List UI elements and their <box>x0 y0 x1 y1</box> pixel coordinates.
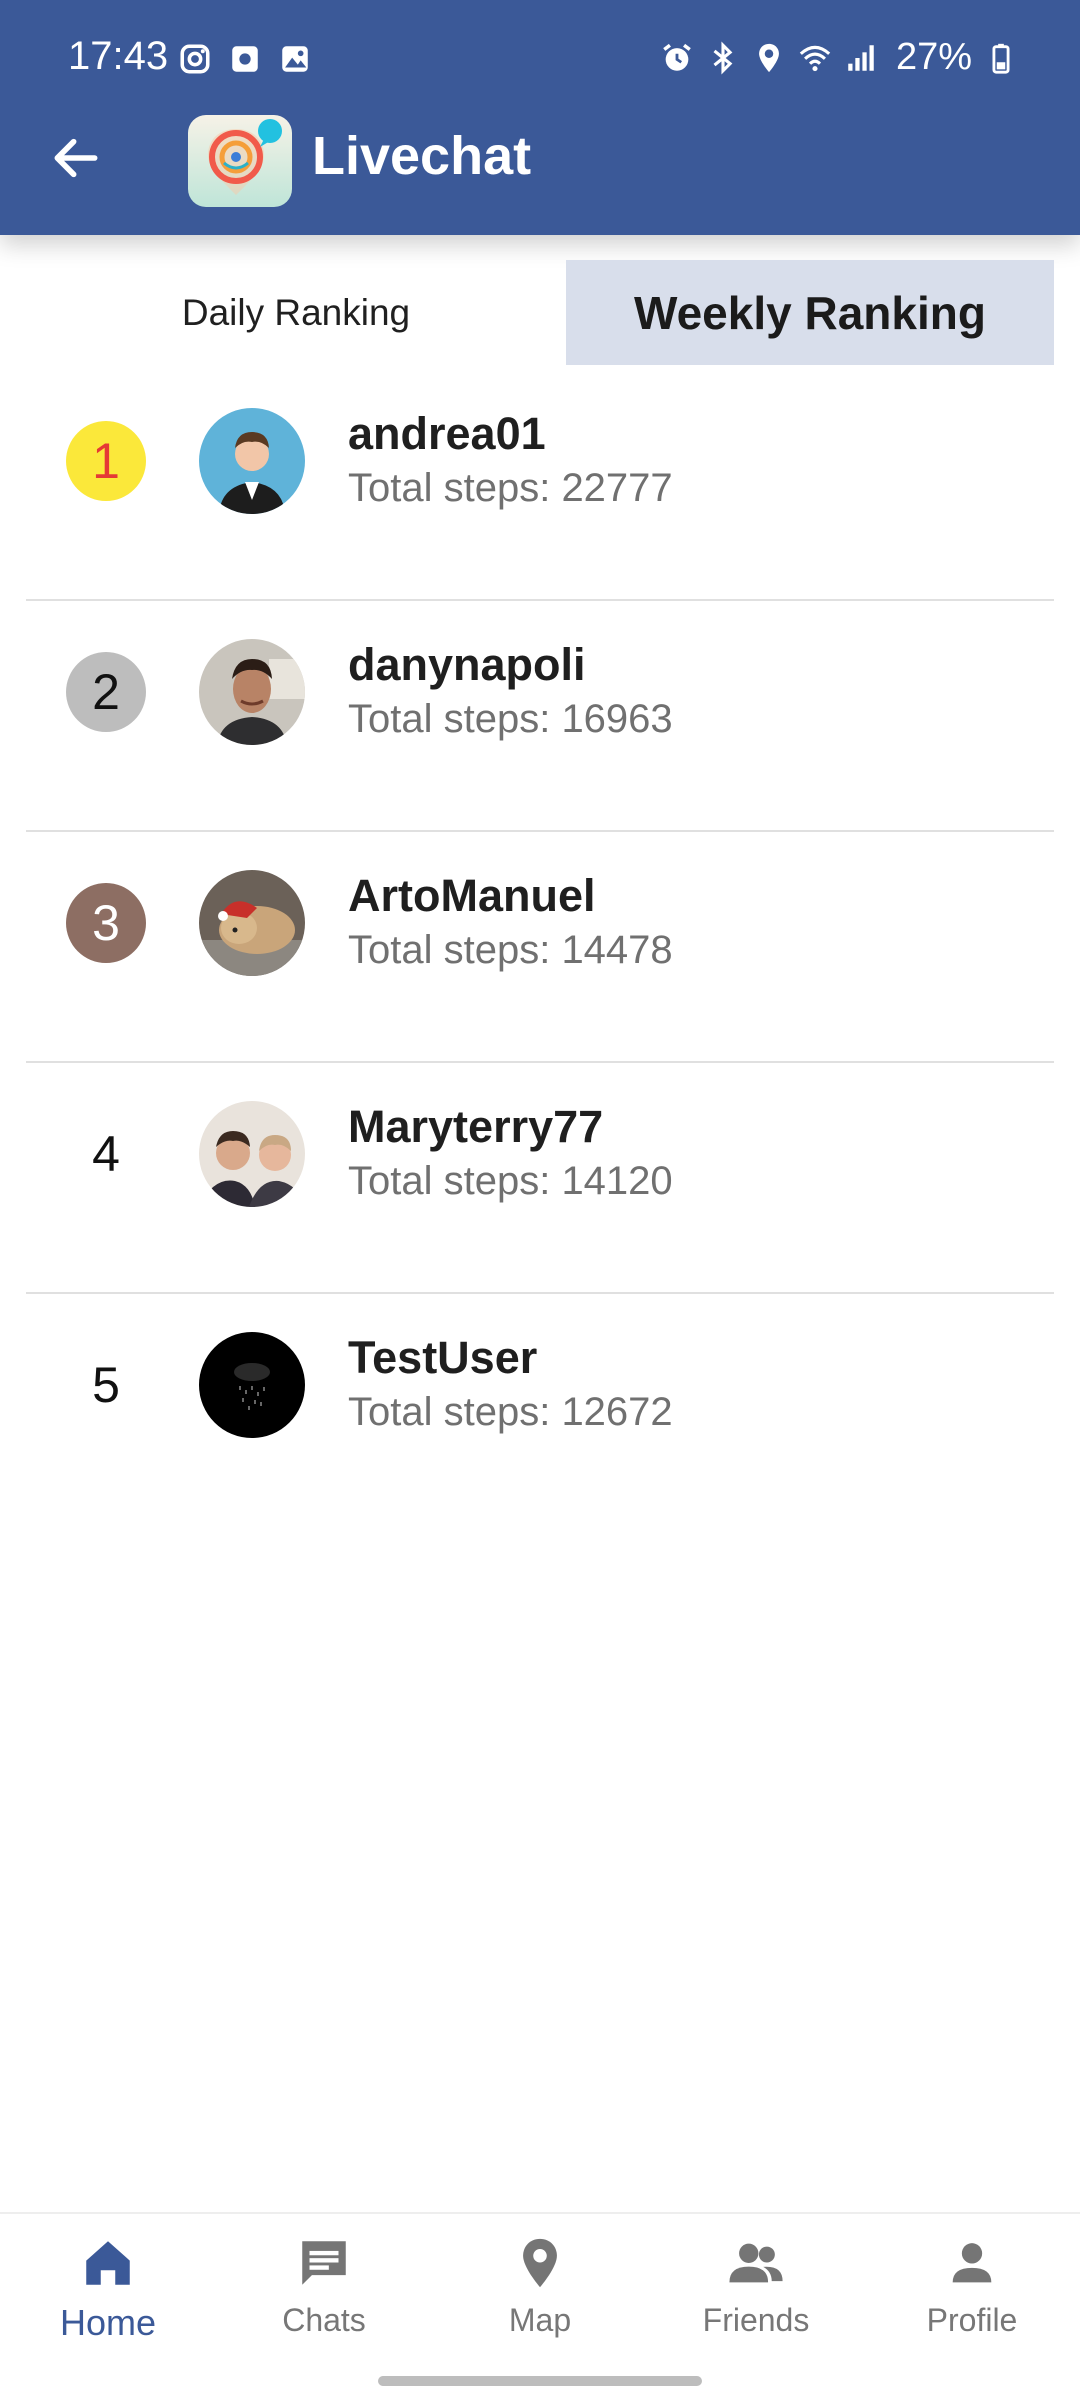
nav-chats[interactable]: Chats <box>216 2234 432 2364</box>
user-name: danynapoli <box>348 639 586 690</box>
battery-icon <box>992 43 1010 74</box>
tab-daily-ranking[interactable]: Daily Ranking <box>26 260 566 365</box>
nav-friends-label: Friends <box>702 2302 810 2338</box>
alarm-icon <box>663 43 691 71</box>
list-item[interactable]: 4 Maryterry77 Total steps: 14120 <box>26 1063 1054 1294</box>
gesture-bar[interactable] <box>378 2376 702 2386</box>
app-logo-icon <box>208 119 282 195</box>
bottom-navigation: Home Chats Map Friends Profile <box>0 2212 1080 2400</box>
rank-badge: 4 <box>92 1126 120 1182</box>
friends-icon <box>729 2243 783 2283</box>
nav-profile[interactable]: Profile <box>864 2234 1080 2364</box>
user-name: ArtoManuel <box>348 870 596 921</box>
map-pin-icon <box>523 2238 557 2288</box>
total-steps: Total steps: 12672 <box>348 1390 673 1434</box>
avatar <box>199 408 305 514</box>
wifi-icon <box>799 45 831 71</box>
bluetooth-icon <box>713 40 733 75</box>
user-name: Maryterry77 <box>348 1101 604 1152</box>
list-item[interactable]: 3 ArtoManuel Total steps: 14478 <box>26 832 1054 1063</box>
instagram-icon <box>180 44 210 74</box>
back-arrow-icon[interactable] <box>48 130 104 186</box>
nav-home-label: Home <box>59 2302 157 2343</box>
list-item[interactable]: 5 TestUser Total steps: 12672 <box>26 1294 1054 1525</box>
app-logo <box>188 115 292 207</box>
nav-friends[interactable]: Friends <box>648 2234 864 2364</box>
status-time: 17:43 <box>68 34 169 78</box>
avatar <box>199 1101 305 1207</box>
nav-chats-label: Chats <box>282 2302 366 2338</box>
avatar <box>199 870 305 976</box>
app-title: Livechat <box>312 126 532 186</box>
rank-badge: 3 <box>66 883 146 963</box>
rank-badge: 5 <box>92 1357 120 1413</box>
list-item[interactable]: 2 danynapoli Total steps: 16963 <box>26 601 1054 832</box>
home-icon <box>86 2241 130 2285</box>
total-steps: Total steps: 16963 <box>348 697 673 741</box>
list-item[interactable]: 1 andrea01 Total steps: 22777 <box>26 370 1054 601</box>
battery-level: 27% <box>895 36 972 78</box>
location-icon <box>759 43 779 72</box>
gallery-icon <box>282 46 308 72</box>
user-name: TestUser <box>348 1332 538 1383</box>
ranking-tabs: Daily Ranking Weekly Ranking <box>0 260 1080 365</box>
avatar <box>199 1332 305 1438</box>
rank-badge: 1 <box>66 421 146 501</box>
nav-home[interactable]: Home <box>0 2234 216 2364</box>
tab-weekly-ranking[interactable]: Weekly Ranking <box>566 260 1054 365</box>
signal-icon <box>848 44 874 71</box>
rank-badge: 2 <box>66 652 146 732</box>
total-steps: Total steps: 14478 <box>348 928 673 972</box>
chat-icon <box>302 2241 346 2285</box>
nav-map-label: Map <box>508 2302 572 2338</box>
person-icon <box>952 2243 992 2283</box>
avatar <box>199 639 305 745</box>
nav-profile-label: Profile <box>926 2302 1018 2338</box>
notification-app-icon <box>232 46 258 72</box>
user-name: andrea01 <box>348 408 546 459</box>
ranking-list: 1 andrea01 Total steps: 22777 2 danynapo… <box>0 370 1080 1525</box>
app-bar: 17:43 27% Livechat <box>0 0 1080 235</box>
total-steps: Total steps: 22777 <box>348 466 673 510</box>
nav-map[interactable]: Map <box>432 2234 648 2364</box>
status-bar: 17:43 27% <box>0 0 1080 120</box>
total-steps: Total steps: 14120 <box>348 1159 673 1203</box>
